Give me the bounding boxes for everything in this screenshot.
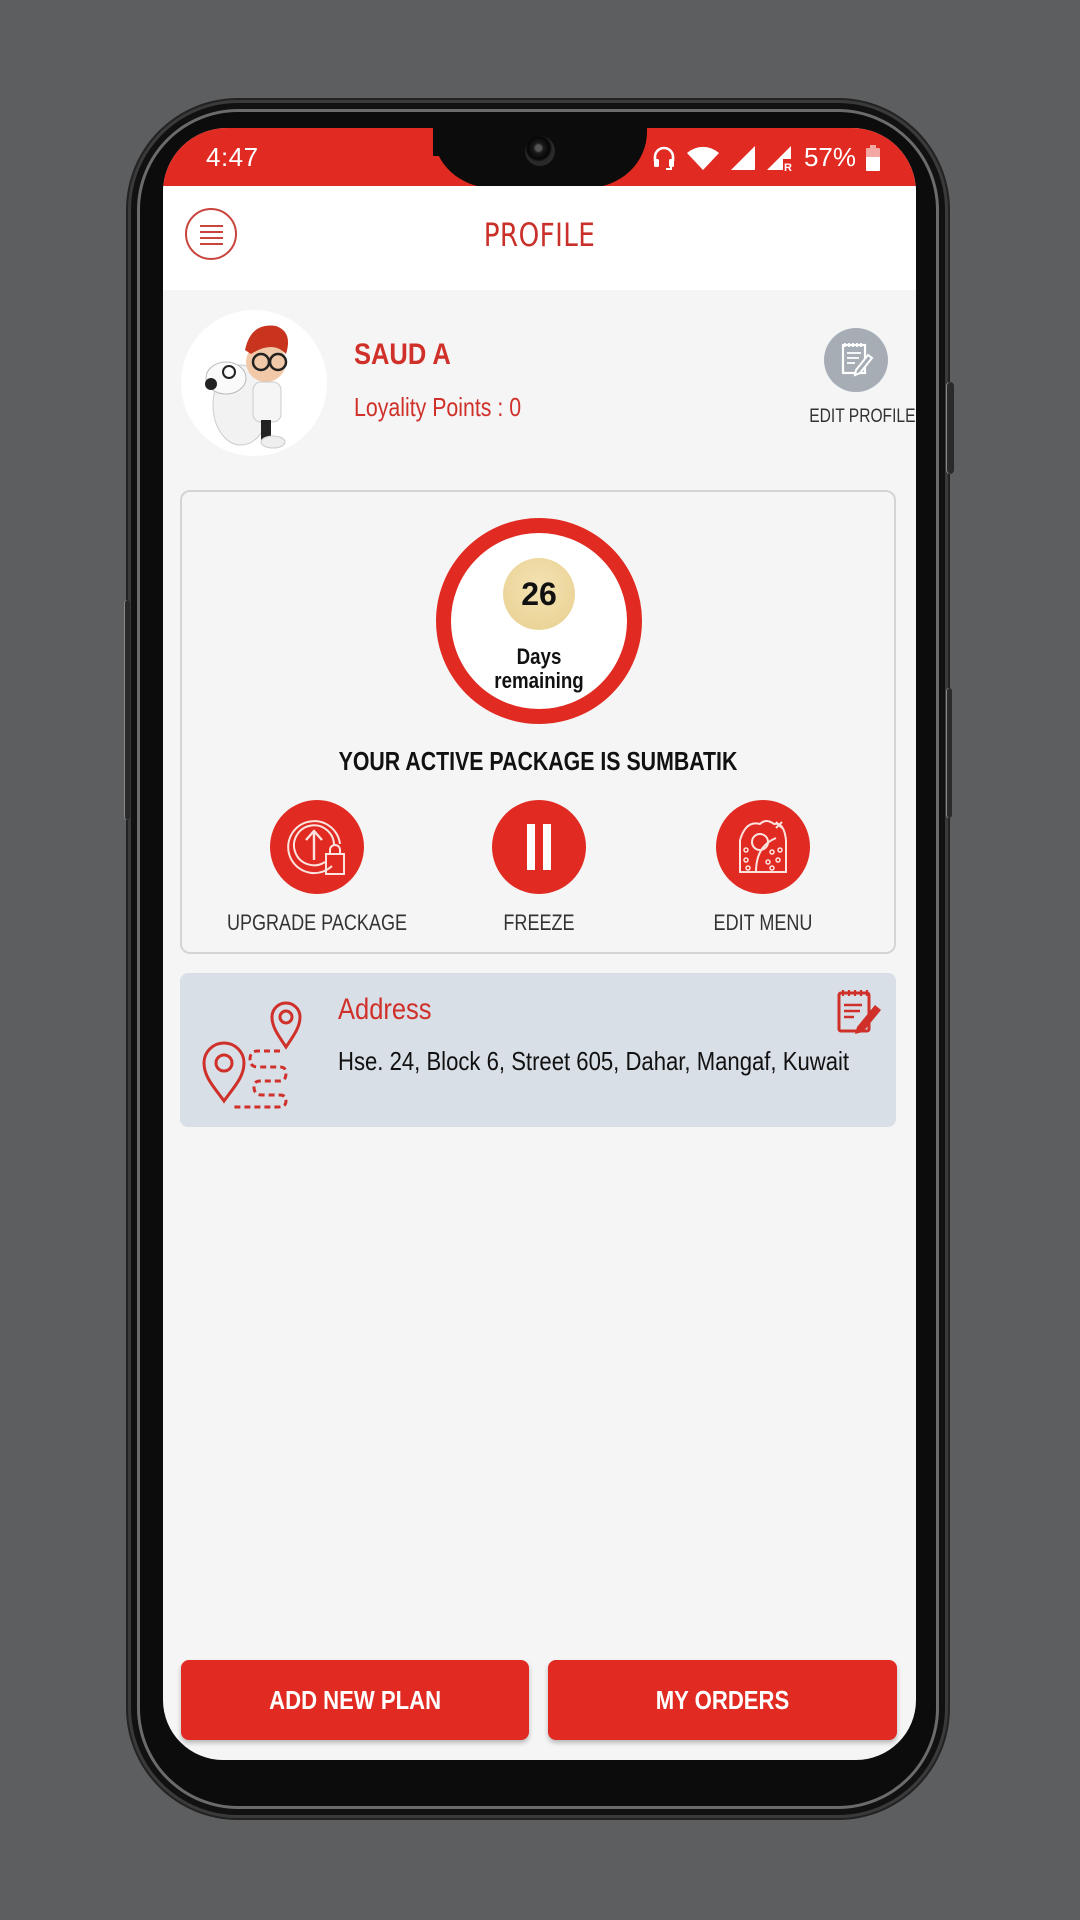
days-remaining-count: 26 [503, 558, 575, 630]
user-name: SAUD A [354, 338, 451, 371]
avatar-cartoon-image [205, 325, 289, 449]
signal-roaming-icon: R [766, 145, 792, 171]
freeze-button[interactable]: FREEZE [429, 800, 649, 936]
address-title: Address [338, 993, 432, 1026]
hamburger-line [200, 243, 223, 245]
edit-address-icon[interactable] [835, 987, 883, 1035]
days-remaining-ring: 26 Days remaining [436, 518, 642, 724]
hamburger-line [200, 237, 223, 239]
freeze-circle [492, 800, 586, 894]
app-bar: PROFILE [163, 186, 916, 290]
add-new-plan-button[interactable]: ADD NEW PLAN [181, 1660, 529, 1740]
pause-icon [527, 824, 551, 870]
wifi-icon [686, 146, 719, 170]
headphones-icon [653, 146, 675, 170]
edit-menu-button[interactable]: EDIT MENU [653, 800, 873, 936]
upgrade-package-circle [270, 800, 364, 894]
edit-menu-label: EDIT MENU [713, 910, 813, 935]
notepad-edit-icon [841, 343, 874, 377]
upgrade-bag-icon [287, 820, 345, 875]
upgrade-package-label: UPGRADE PACKAGE [226, 910, 408, 935]
phone-volume-button [946, 688, 952, 818]
days-remaining-label: Days remaining [464, 645, 614, 693]
page-title: PROFILE [483, 216, 596, 254]
active-package-text: YOUR ACTIVE PACKAGE IS SUMBATIK [338, 746, 738, 776]
edit-profile-button[interactable]: EDIT PROFILE [799, 328, 916, 428]
freeze-label: FREEZE [503, 910, 575, 935]
signal-icon [730, 145, 755, 170]
edit-menu-circle [716, 800, 810, 894]
svg-text:R: R [784, 162, 792, 171]
package-card: 26 Days remaining YOUR ACTIVE PACKAGE IS… [180, 490, 896, 954]
phone-left-button [124, 600, 130, 820]
wrap-food-icon [739, 820, 787, 873]
status-bar: 4:47 R 57% [163, 128, 916, 188]
my-orders-button[interactable]: MY ORDERS [548, 1660, 897, 1740]
front-camera [525, 136, 555, 166]
screen: 4:47 R 57% PROFILE SAUD A Loyality Point… [163, 128, 916, 1760]
my-orders-label: MY ORDERS [655, 1684, 790, 1715]
edit-profile-circle [824, 328, 888, 392]
status-time: 4:47 [206, 142, 259, 172]
upgrade-package-button[interactable]: UPGRADE PACKAGE [207, 800, 427, 936]
hamburger-menu-icon [200, 225, 223, 227]
address-card[interactable]: Address Hse. 24, Block 6, Street 605, Da… [180, 973, 896, 1127]
battery-icon [866, 144, 880, 171]
days-label-line2: remaining [494, 668, 584, 693]
route-map-pin-icon [202, 1001, 302, 1109]
add-new-plan-label: ADD NEW PLAN [269, 1684, 441, 1715]
edit-profile-label: EDIT PROFILE [809, 406, 916, 427]
avatar[interactable] [181, 310, 327, 456]
hamburger-line [200, 231, 223, 233]
address-text: Hse. 24, Block 6, Street 605, Dahar, Man… [338, 1046, 850, 1076]
days-label-line1: Days [516, 644, 562, 669]
phone-power-button [946, 382, 954, 474]
status-icons: R 57% [652, 142, 880, 173]
menu-button[interactable] [185, 208, 237, 260]
battery-percent: 57% [803, 142, 856, 172]
loyalty-points: Loyality Points : 0 [354, 392, 522, 422]
notch [433, 128, 647, 188]
